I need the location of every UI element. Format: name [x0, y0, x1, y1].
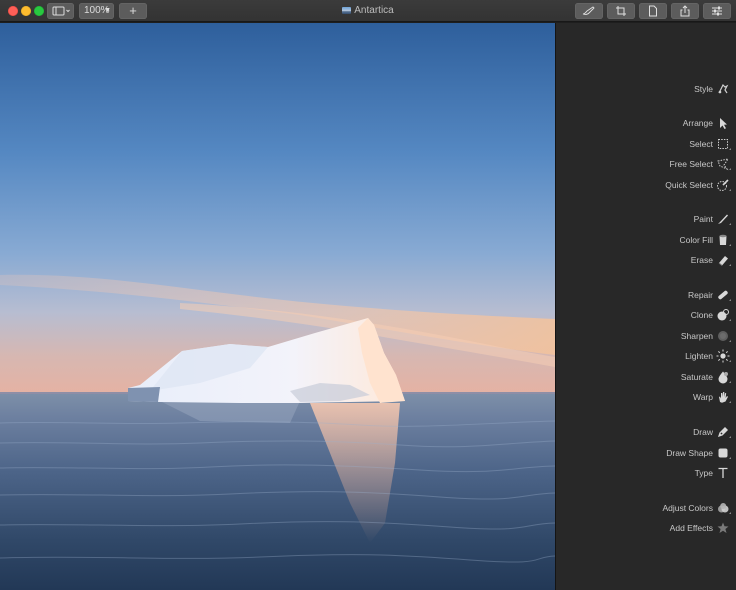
- tool-repair-label: Repair: [687, 290, 713, 300]
- style-icon: [716, 82, 730, 96]
- tool-draw[interactable]: Draw: [556, 423, 736, 441]
- shape-icon: [716, 446, 730, 460]
- tool-arrange-label: Arrange: [682, 118, 713, 128]
- submenu-indicator-icon: [729, 168, 731, 170]
- tool-adjust-colors[interactable]: Adjust Colors: [556, 499, 736, 517]
- tool-lighten[interactable]: Lighten: [556, 347, 736, 365]
- submenu-indicator-icon: [729, 360, 731, 362]
- brush-tool-button[interactable]: [575, 3, 603, 19]
- tool-style[interactable]: Style: [556, 80, 736, 98]
- crop-button[interactable]: [607, 3, 635, 19]
- paint-bucket-icon: [716, 233, 730, 247]
- paintbrush-icon: [716, 212, 730, 226]
- title-bar: 100% ▼ + Antartica: [0, 0, 736, 22]
- tool-type[interactable]: Type: [556, 464, 736, 482]
- adjustments-button[interactable]: [703, 3, 731, 19]
- sidebar-layout-icon: [52, 6, 70, 16]
- tool-warp[interactable]: Warp: [556, 388, 736, 406]
- lasso-icon: [716, 157, 730, 171]
- document-icon: [649, 5, 657, 17]
- submenu-indicator-icon: [729, 457, 731, 459]
- sharpen-icon: [716, 329, 730, 343]
- submenu-indicator-icon: [729, 189, 731, 191]
- tool-arrange[interactable]: Arrange: [556, 114, 736, 132]
- submenu-indicator-icon: [729, 340, 731, 342]
- color-circles-icon: [716, 501, 730, 515]
- submenu-indicator-icon: [729, 244, 731, 246]
- rect-select-icon: [716, 137, 730, 151]
- tool-select-label: Select: [689, 139, 713, 149]
- tool-free-select[interactable]: Free Select: [556, 155, 736, 173]
- share-icon: [680, 5, 690, 17]
- tool-draw-shape[interactable]: Draw Shape: [556, 444, 736, 462]
- tool-draw-label: Draw: [693, 427, 713, 437]
- view-mode-button[interactable]: [47, 3, 74, 19]
- tool-warp-label: Warp: [693, 392, 713, 402]
- tool-clone-label: Clone: [690, 310, 713, 320]
- tool-color-fill-label: Color Fill: [679, 235, 713, 245]
- tool-lighten-label: Lighten: [685, 351, 713, 361]
- image-thumbnail-icon: [342, 7, 352, 14]
- document-button[interactable]: [639, 3, 667, 19]
- tool-type-label: Type: [694, 468, 713, 478]
- window-zoom-button[interactable]: [34, 6, 44, 16]
- tool-draw-shape-label: Draw Shape: [666, 448, 713, 458]
- clone-stamp-icon: [716, 308, 730, 322]
- tools-sidebar: Style Arrange Select Free Select Quick S…: [555, 23, 736, 590]
- pen-icon: [716, 425, 730, 439]
- iceberg-photo: [0, 23, 555, 590]
- tool-color-fill[interactable]: Color Fill: [556, 231, 736, 249]
- submenu-indicator-icon: [729, 319, 731, 321]
- text-icon: [716, 466, 730, 480]
- submenu-indicator-icon: [729, 148, 731, 150]
- eraser-icon: [716, 253, 730, 267]
- tool-erase-label: Erase: [690, 255, 713, 265]
- crop-icon: [616, 6, 626, 16]
- tool-saturate-label: Saturate: [680, 372, 713, 382]
- tool-saturate[interactable]: Saturate: [556, 368, 736, 386]
- add-layer-button[interactable]: +: [119, 3, 147, 19]
- submenu-indicator-icon: [729, 264, 731, 266]
- sun-icon: [716, 349, 730, 363]
- submenu-indicator-icon: [729, 512, 731, 514]
- tool-adjust-colors-label: Adjust Colors: [662, 503, 713, 513]
- brush-icon: [582, 6, 595, 15]
- tool-sharpen[interactable]: Sharpen: [556, 327, 736, 345]
- submenu-indicator-icon: [729, 436, 731, 438]
- tool-paint[interactable]: Paint: [556, 210, 736, 228]
- arrow-pointer-icon: [716, 116, 730, 130]
- tool-paint-label: Paint: [693, 214, 713, 224]
- tool-free-select-label: Free Select: [669, 159, 713, 169]
- window-minimize-button[interactable]: [21, 6, 31, 16]
- sliders-icon: [712, 6, 722, 16]
- chevron-down-icon: ▼: [104, 7, 111, 14]
- window-title: Antartica: [354, 5, 394, 16]
- zoom-level-select[interactable]: 100% ▼: [79, 3, 114, 19]
- share-button[interactable]: [671, 3, 699, 19]
- tool-style-label: Style: [694, 84, 713, 94]
- bandage-icon: [716, 288, 730, 302]
- tool-select[interactable]: Select: [556, 135, 736, 153]
- magic-select-icon: [716, 178, 730, 192]
- submenu-indicator-icon: [729, 223, 731, 225]
- tool-sharpen-label: Sharpen: [680, 331, 713, 341]
- image-canvas[interactable]: [0, 23, 555, 590]
- tool-quick-select-label: Quick Select: [665, 180, 713, 190]
- tool-clone[interactable]: Clone: [556, 306, 736, 324]
- tool-erase[interactable]: Erase: [556, 251, 736, 269]
- tool-add-effects-label: Add Effects: [669, 523, 713, 533]
- window-close-button[interactable]: [8, 6, 18, 16]
- tool-repair[interactable]: Repair: [556, 286, 736, 304]
- submenu-indicator-icon: [729, 381, 731, 383]
- hand-icon: [716, 390, 730, 404]
- submenu-indicator-icon: [729, 401, 731, 403]
- tool-add-effects[interactable]: Add Effects: [556, 519, 736, 537]
- tool-quick-select[interactable]: Quick Select: [556, 176, 736, 194]
- submenu-indicator-icon: [729, 299, 731, 301]
- star-icon: [716, 521, 730, 535]
- saturate-icon: [716, 370, 730, 384]
